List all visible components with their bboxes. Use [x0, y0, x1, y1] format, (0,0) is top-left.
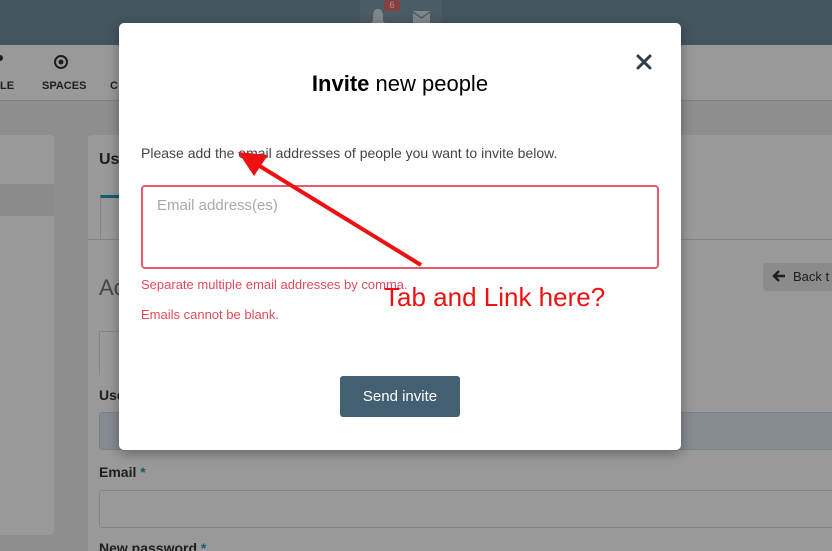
modal-title-rest: new people	[375, 71, 489, 96]
email-addresses-input[interactable]	[141, 185, 659, 269]
modal-title-bold: Invite	[311, 71, 370, 96]
close-icon[interactable]	[635, 53, 653, 71]
email-error: Emails cannot be blank.	[141, 307, 280, 322]
send-invite-button[interactable]: Send invite	[340, 376, 460, 417]
email-hint: Separate multiple email addresses by com…	[141, 277, 408, 292]
annotation-text: Tab and Link here?	[384, 282, 606, 312]
modal-title: Invite new people	[119, 71, 681, 97]
invite-modal: Invite new people Please add the email a…	[119, 23, 681, 450]
modal-description: Please add the email addresses of people…	[141, 145, 558, 161]
